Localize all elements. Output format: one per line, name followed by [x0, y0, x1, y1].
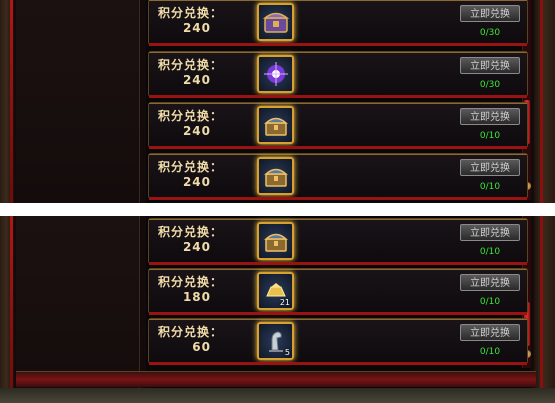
points-value: 180 [182, 290, 211, 304]
screenshot-separator [0, 203, 555, 216]
exchange-count: 0/10 [479, 182, 501, 192]
exchange-count: 0/10 [479, 131, 501, 141]
exchange-now-button[interactable]: 立即兑换 [460, 324, 520, 341]
right-frame-border [534, 216, 555, 403]
purple-chest-icon[interactable] [257, 3, 294, 41]
points-value: 240 [182, 124, 211, 138]
points-exchange-label: 积分兑换： [158, 6, 224, 20]
exchange-count: 0/10 [479, 297, 501, 307]
exchange-count: 0/30 [479, 28, 501, 38]
panel-bottom-border [16, 371, 536, 387]
violet-orb-icon[interactable] [257, 55, 294, 93]
points-exchange-label: 积分兑换： [158, 225, 224, 239]
points-value: 240 [182, 240, 211, 254]
exchange-now-button[interactable]: 立即兑换 [460, 224, 520, 241]
exchange-row: 积分兑换： 180 21 立即兑换 0/10 [148, 268, 528, 315]
points-value: 240 [182, 73, 211, 87]
exchange-row: 积分兑换： 240 立即兑换 0/10 [148, 218, 528, 265]
exchange-panel-top: 积分兑换： 240 立即兑换 0/30 积分兑换： 240 立即兑换 0/30 … [0, 0, 555, 203]
exchange-row: 积分兑换： 240 立即兑换 0/10 [148, 102, 528, 149]
left-side-panel [16, 0, 140, 203]
exchange-count: 0/30 [479, 80, 501, 90]
exchange-row: 积分兑换： 240 立即兑换 0/30 [148, 51, 528, 98]
left-frame-border [0, 0, 14, 203]
exchange-now-button[interactable]: 立即兑换 [460, 159, 520, 176]
exchange-panel-bottom: 积分兑换： 240 立即兑换 0/10 积分兑换： 180 21 立即兑换 0/… [0, 216, 555, 403]
points-exchange-label: 积分兑换： [158, 275, 224, 289]
points-value: 240 [182, 175, 211, 189]
exchange-row: 积分兑换： 240 立即兑换 0/10 [148, 153, 528, 200]
treasure-chest-icon[interactable] [257, 222, 294, 260]
treasure-chest-icon[interactable] [257, 157, 294, 195]
gold-ingot-icon[interactable]: 21 [257, 272, 294, 310]
left-frame-border [0, 216, 14, 403]
horse-statue-icon[interactable]: 5 [257, 322, 294, 360]
exchange-count: 0/10 [479, 247, 501, 257]
treasure-chest-icon[interactable] [257, 106, 294, 144]
exchange-row: 积分兑换： 60 5 立即兑换 0/10 [148, 318, 528, 365]
right-frame-border [534, 0, 555, 203]
points-exchange-label: 积分兑换： [158, 109, 224, 123]
exchange-now-button[interactable]: 立即兑换 [460, 108, 520, 125]
points-exchange-label: 积分兑换： [158, 160, 224, 174]
item-stack-count: 21 [279, 298, 290, 307]
points-exchange-label: 积分兑换： [158, 325, 224, 339]
exchange-now-button[interactable]: 立即兑换 [460, 57, 520, 74]
points-value: 60 [192, 340, 211, 354]
item-stack-count: 5 [284, 348, 290, 357]
exchange-now-button[interactable]: 立即兑换 [460, 5, 520, 22]
points-exchange-label: 积分兑换： [158, 58, 224, 72]
points-value: 240 [182, 21, 211, 35]
exchange-now-button[interactable]: 立即兑换 [460, 274, 520, 291]
background-ground [0, 388, 555, 403]
exchange-row: 积分兑换： 240 立即兑换 0/30 [148, 0, 528, 46]
exchange-count: 0/10 [479, 347, 501, 357]
